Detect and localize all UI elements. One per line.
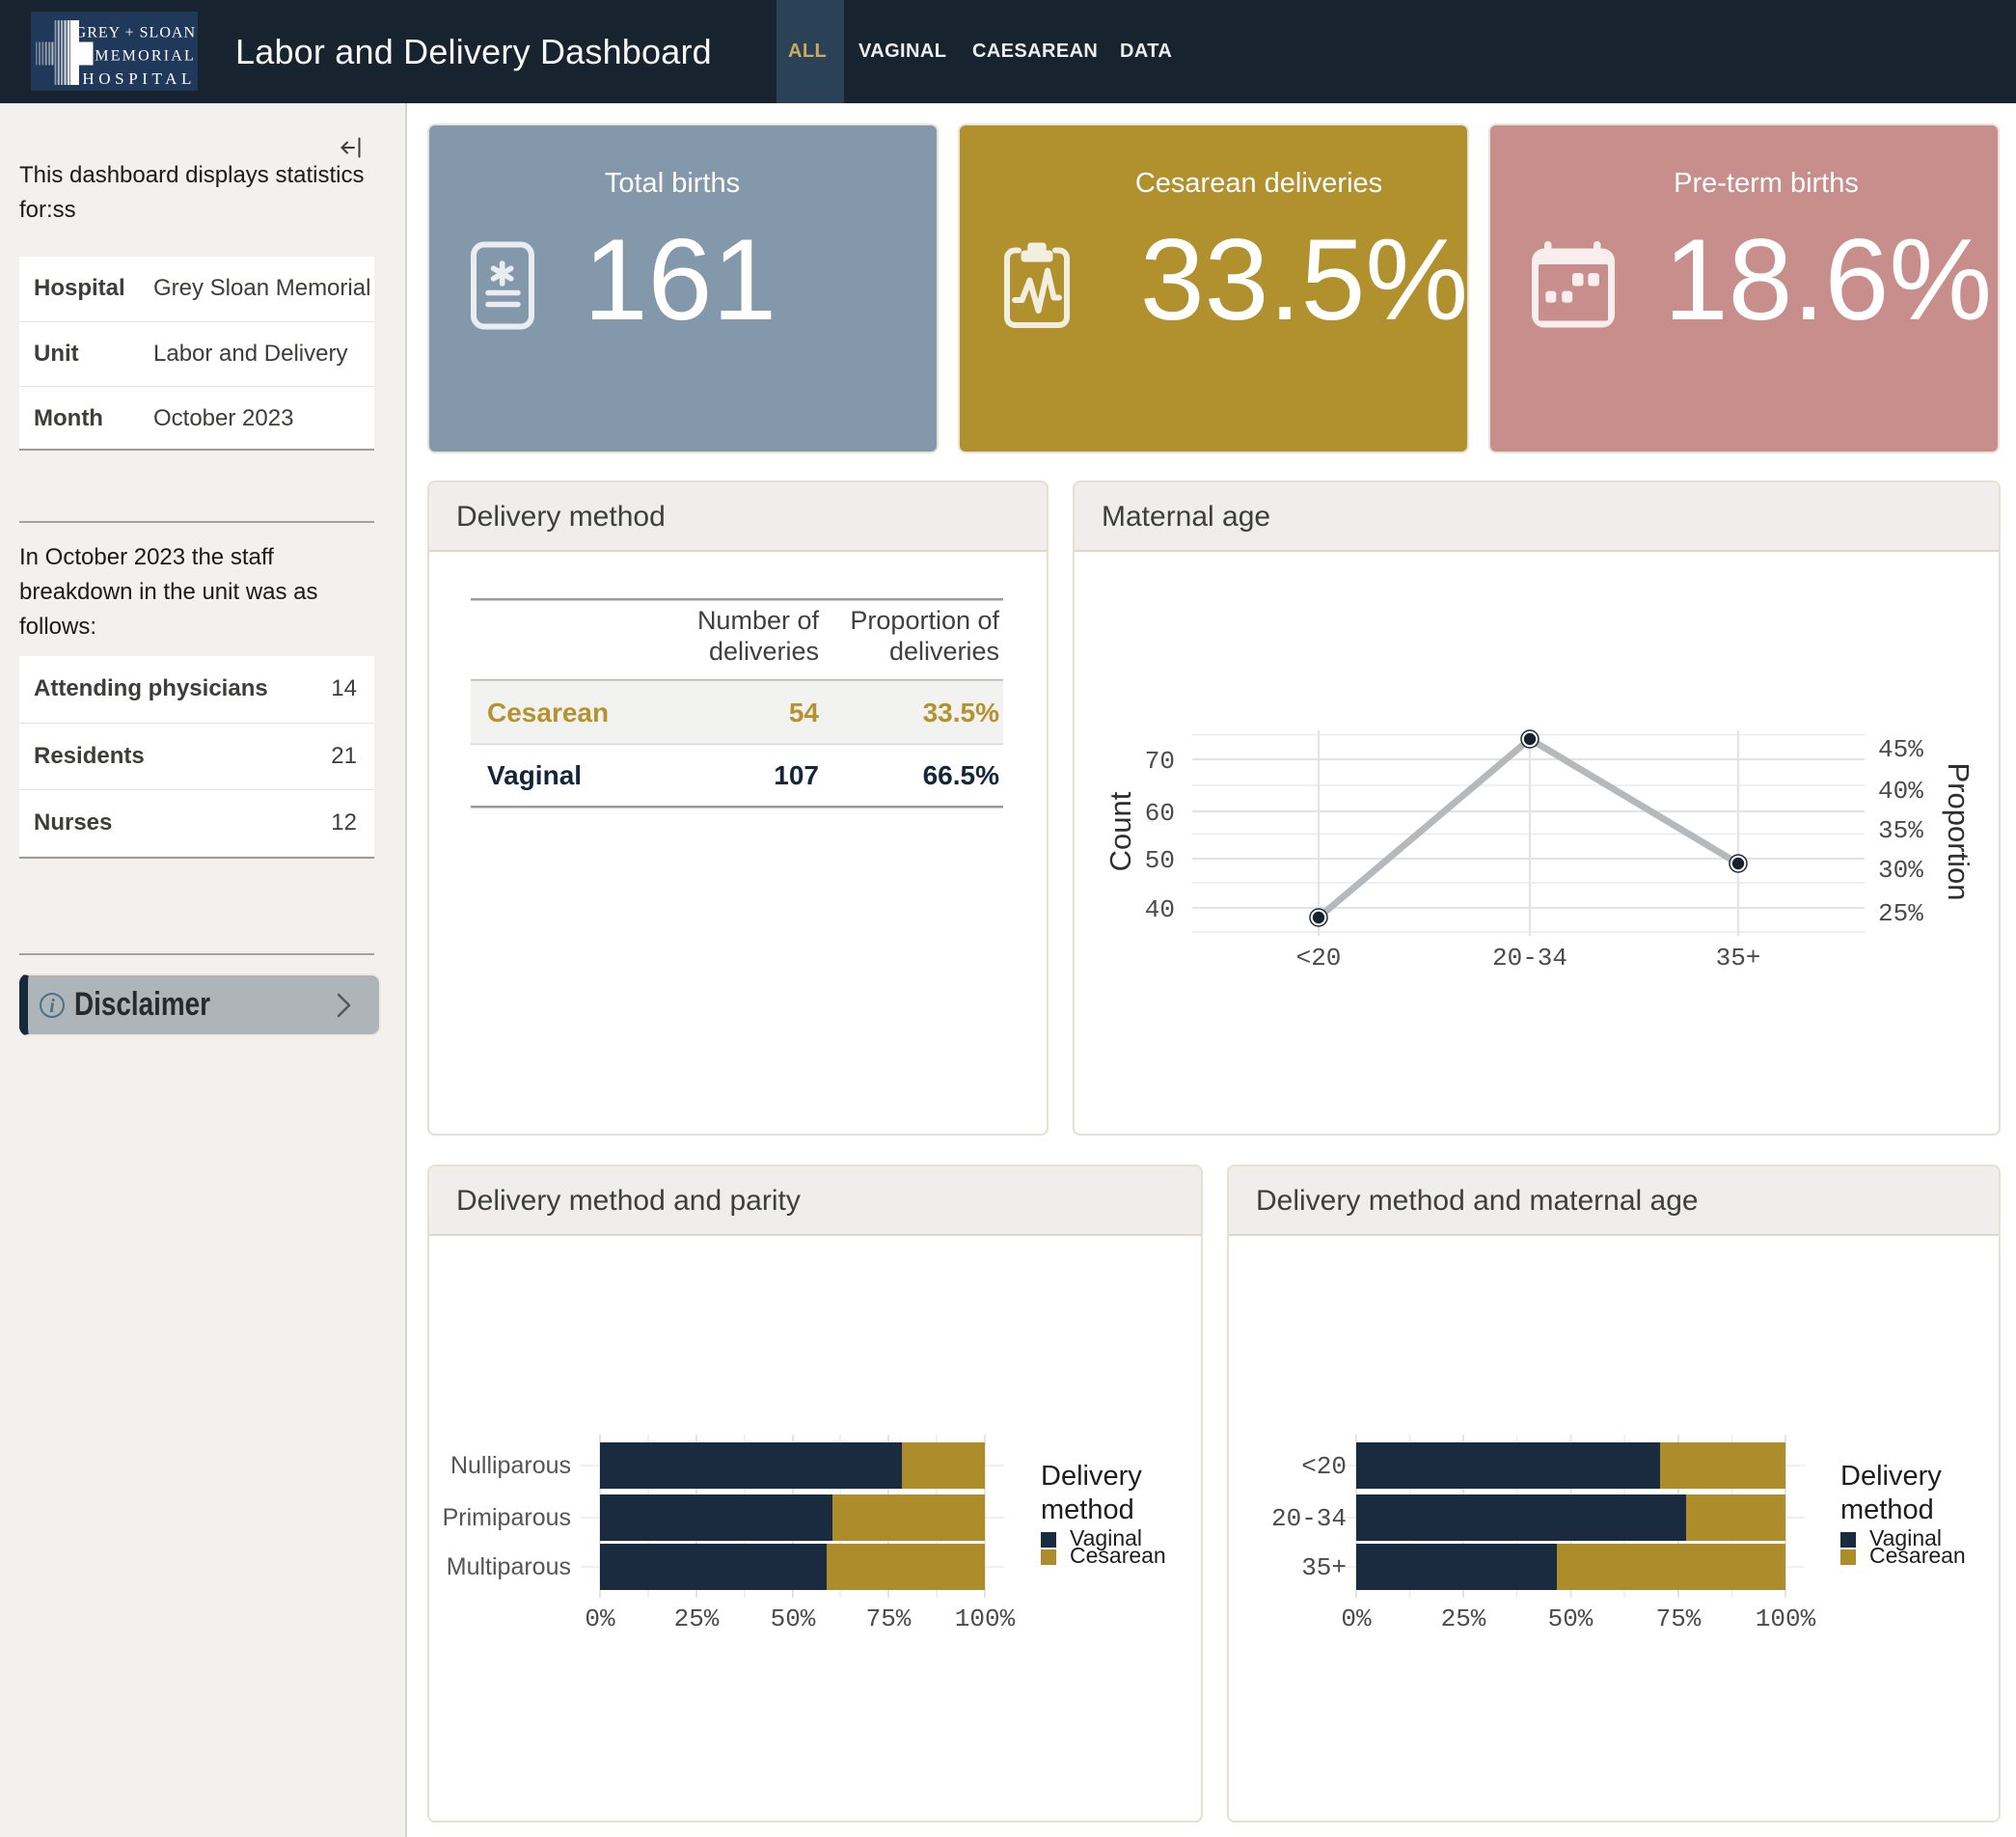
svg-text:Nulliparous: Nulliparous	[450, 1452, 571, 1479]
svg-text:Multiparous: Multiparous	[447, 1553, 571, 1580]
svg-text:method: method	[1041, 1494, 1134, 1525]
svg-text:25%: 25%	[1441, 1604, 1486, 1633]
svg-text:20-34: 20-34	[1492, 944, 1567, 973]
svg-text:deliveries: deliveries	[709, 637, 819, 666]
svg-text:66.5%: 66.5%	[923, 760, 999, 790]
svg-text:20-34: 20-34	[1271, 1504, 1347, 1533]
svg-text:75%: 75%	[866, 1604, 912, 1633]
svg-text:70: 70	[1145, 747, 1175, 776]
svg-text:Cesarean: Cesarean	[1869, 1543, 1966, 1568]
svg-text:<20: <20	[1301, 1452, 1347, 1481]
svg-text:25%: 25%	[674, 1604, 720, 1633]
svg-text:35%: 35%	[1878, 816, 1923, 845]
svg-text:54: 54	[789, 698, 820, 727]
svg-text:Vaginal: Vaginal	[487, 760, 582, 790]
svg-text:50%: 50%	[771, 1604, 816, 1633]
svg-text:50: 50	[1145, 846, 1175, 875]
svg-text:HOSPITAL: HOSPITAL	[82, 69, 196, 88]
svg-text:40: 40	[1145, 895, 1175, 924]
svg-text:Primiparous: Primiparous	[443, 1504, 571, 1531]
svg-text:35+: 35+	[1716, 944, 1761, 973]
svg-text:i: i	[49, 996, 55, 1017]
svg-text:0%: 0%	[1341, 1604, 1372, 1633]
svg-text:Proportion: Proportion	[1942, 762, 1975, 900]
svg-text:Cesarean: Cesarean	[487, 698, 609, 727]
svg-text:50%: 50%	[1548, 1604, 1594, 1633]
svg-text:75%: 75%	[1656, 1604, 1702, 1633]
svg-text:Delivery: Delivery	[1041, 1461, 1142, 1492]
svg-text:Number of: Number of	[697, 606, 820, 635]
svg-text:35+: 35+	[1301, 1553, 1347, 1582]
svg-text:33.5%: 33.5%	[923, 698, 999, 727]
svg-text:60: 60	[1145, 799, 1175, 828]
svg-text:0%: 0%	[585, 1604, 615, 1633]
svg-text:GREY + SLOAN: GREY + SLOAN	[75, 25, 196, 41]
svg-text:30%: 30%	[1878, 856, 1923, 885]
svg-text:deliveries: deliveries	[889, 637, 999, 666]
svg-text:Proportion of: Proportion of	[850, 606, 999, 635]
svg-text:45%: 45%	[1878, 735, 1923, 764]
svg-text:100%: 100%	[1756, 1604, 1816, 1633]
svg-text:MEMORIAL: MEMORIAL	[95, 48, 196, 65]
svg-text:25%: 25%	[1878, 899, 1923, 928]
svg-text:Cesarean: Cesarean	[1070, 1543, 1166, 1568]
svg-text:method: method	[1840, 1494, 1934, 1525]
svg-text:<20: <20	[1296, 944, 1342, 973]
svg-text:40%: 40%	[1878, 777, 1923, 806]
svg-text:107: 107	[774, 760, 819, 790]
svg-text:Delivery: Delivery	[1840, 1461, 1942, 1492]
svg-text:Count: Count	[1103, 791, 1137, 871]
svg-text:100%: 100%	[955, 1604, 1016, 1633]
